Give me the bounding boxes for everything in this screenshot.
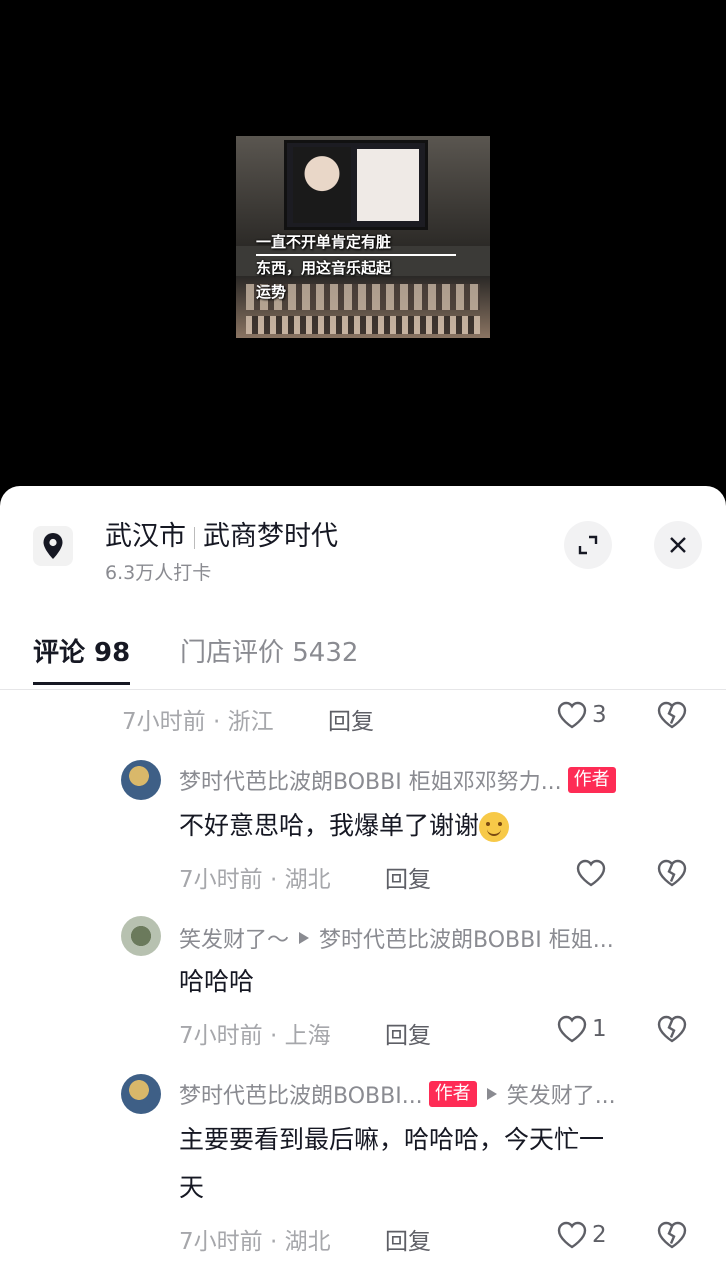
comment-meta: 7小时前 · 上海 [179, 1023, 331, 1049]
heart-icon [557, 1015, 587, 1043]
comment-header: 笑发财了～ 梦时代芭比波朗BOBBI 柜姐... [179, 922, 614, 954]
comment-text: 哈哈哈 [179, 967, 255, 996]
comment-text-line: 主要要看到最后嘛，哈哈哈，今天忙一 [179, 1125, 605, 1154]
video-products-lower [246, 316, 480, 334]
tab-bar: 评论 98 门店评价 5432 [0, 618, 726, 690]
heart-icon [557, 701, 587, 729]
like-count: 1 [592, 1016, 607, 1042]
comment-meta: 7小时前 · 浙江 [122, 709, 274, 735]
broken-heart-icon [657, 859, 687, 887]
reply-button[interactable]: 回复 [385, 1016, 431, 1050]
comment-text: 主要要看到最后嘛，哈哈哈，今天忙一 天 [179, 1116, 699, 1212]
tab-comments[interactable]: 评论 98 [33, 632, 130, 669]
comment-text-body: 不好意思哈，我爆单了谢谢 [179, 811, 480, 840]
checkin-count: 6.3万人打卡 [105, 562, 212, 584]
reply-arrow-icon [299, 932, 310, 944]
video-frame[interactable]: 一直不开单肯定有脏 东西，用这音乐起起 运势 [236, 136, 490, 338]
video-billboard [284, 140, 428, 230]
location-title[interactable]: 武汉市 武商梦时代 [105, 514, 338, 553]
heart-icon [576, 859, 606, 887]
comment-header: 梦时代芭比波朗BOBBI 柜姐邓邓努力... 作者 [179, 764, 616, 796]
comments-sheet: 武汉市 武商梦时代 6.3万人打卡 评论 98 门店评价 5432 7小时前 · … [0, 486, 726, 1281]
comment-meta: 7小时前 · 湖北 [179, 1229, 331, 1255]
video-area[interactable]: 一直不开单肯定有脏 东西，用这音乐起起 运势 [0, 0, 726, 500]
tabs-divider [0, 689, 726, 690]
expand-icon [578, 535, 598, 555]
reply-arrow-icon [486, 1088, 497, 1100]
caption-line: 一直不开单肯定有脏 [256, 230, 456, 256]
smile-emoji-icon [479, 812, 510, 842]
location-pin-icon [33, 526, 73, 566]
like-button[interactable] [575, 858, 611, 888]
caption-line: 东西，用这音乐起起 [256, 259, 392, 277]
reply-to-username[interactable]: 笑发财了... [507, 1078, 616, 1110]
reply-button[interactable]: 回复 [385, 860, 431, 894]
reply-button[interactable]: 回复 [385, 1222, 431, 1256]
avatar[interactable] [121, 1074, 161, 1114]
reply-to-username[interactable]: 梦时代芭比波朗BOBBI 柜姐... [319, 922, 614, 954]
like-count: 3 [592, 702, 607, 728]
dislike-button[interactable] [656, 1014, 688, 1048]
broken-heart-icon [657, 701, 687, 729]
location-place: 武商梦时代 [203, 521, 338, 552]
dislike-button[interactable] [656, 858, 688, 892]
caption-line: 运势 [256, 283, 287, 301]
tab-store-reviews[interactable]: 门店评价 5432 [180, 632, 358, 669]
like-button[interactable]: 2 [556, 1220, 607, 1250]
like-button[interactable]: 3 [556, 700, 607, 730]
username[interactable]: 梦时代芭比波朗BOBBI... [179, 1078, 423, 1110]
reply-button[interactable]: 回复 [328, 702, 374, 736]
video-caption: 一直不开单肯定有脏 东西，用这音乐起起 运势 [256, 230, 466, 304]
author-badge: 作者 [428, 1081, 477, 1107]
author-badge: 作者 [567, 767, 616, 793]
comment-header: 梦时代芭比波朗BOBBI... 作者 笑发财了... [179, 1078, 616, 1110]
close-icon [670, 537, 686, 553]
avatar[interactable] [121, 760, 161, 800]
heart-icon [557, 1221, 587, 1249]
username[interactable]: 梦时代芭比波朗BOBBI 柜姐邓邓努力... [179, 764, 562, 796]
expand-button[interactable] [564, 521, 612, 569]
billboard-face [293, 147, 351, 223]
location-city: 武汉市 [105, 521, 186, 552]
comment-meta: 7小时前 · 湖北 [179, 867, 331, 893]
active-tab-indicator [33, 682, 130, 685]
broken-heart-icon [657, 1015, 687, 1043]
comment-text-line: 天 [179, 1173, 205, 1202]
billboard-ad-panel [357, 149, 419, 221]
like-button[interactable]: 1 [556, 1014, 607, 1044]
dislike-button[interactable] [656, 700, 688, 734]
username[interactable]: 笑发财了～ [179, 922, 289, 954]
avatar[interactable] [121, 916, 161, 956]
close-button[interactable] [654, 521, 702, 569]
title-divider [194, 526, 195, 549]
broken-heart-icon [657, 1221, 687, 1249]
comment-text: 不好意思哈，我爆单了谢谢 [179, 802, 510, 850]
like-count: 2 [592, 1222, 607, 1248]
dislike-button[interactable] [656, 1220, 688, 1254]
